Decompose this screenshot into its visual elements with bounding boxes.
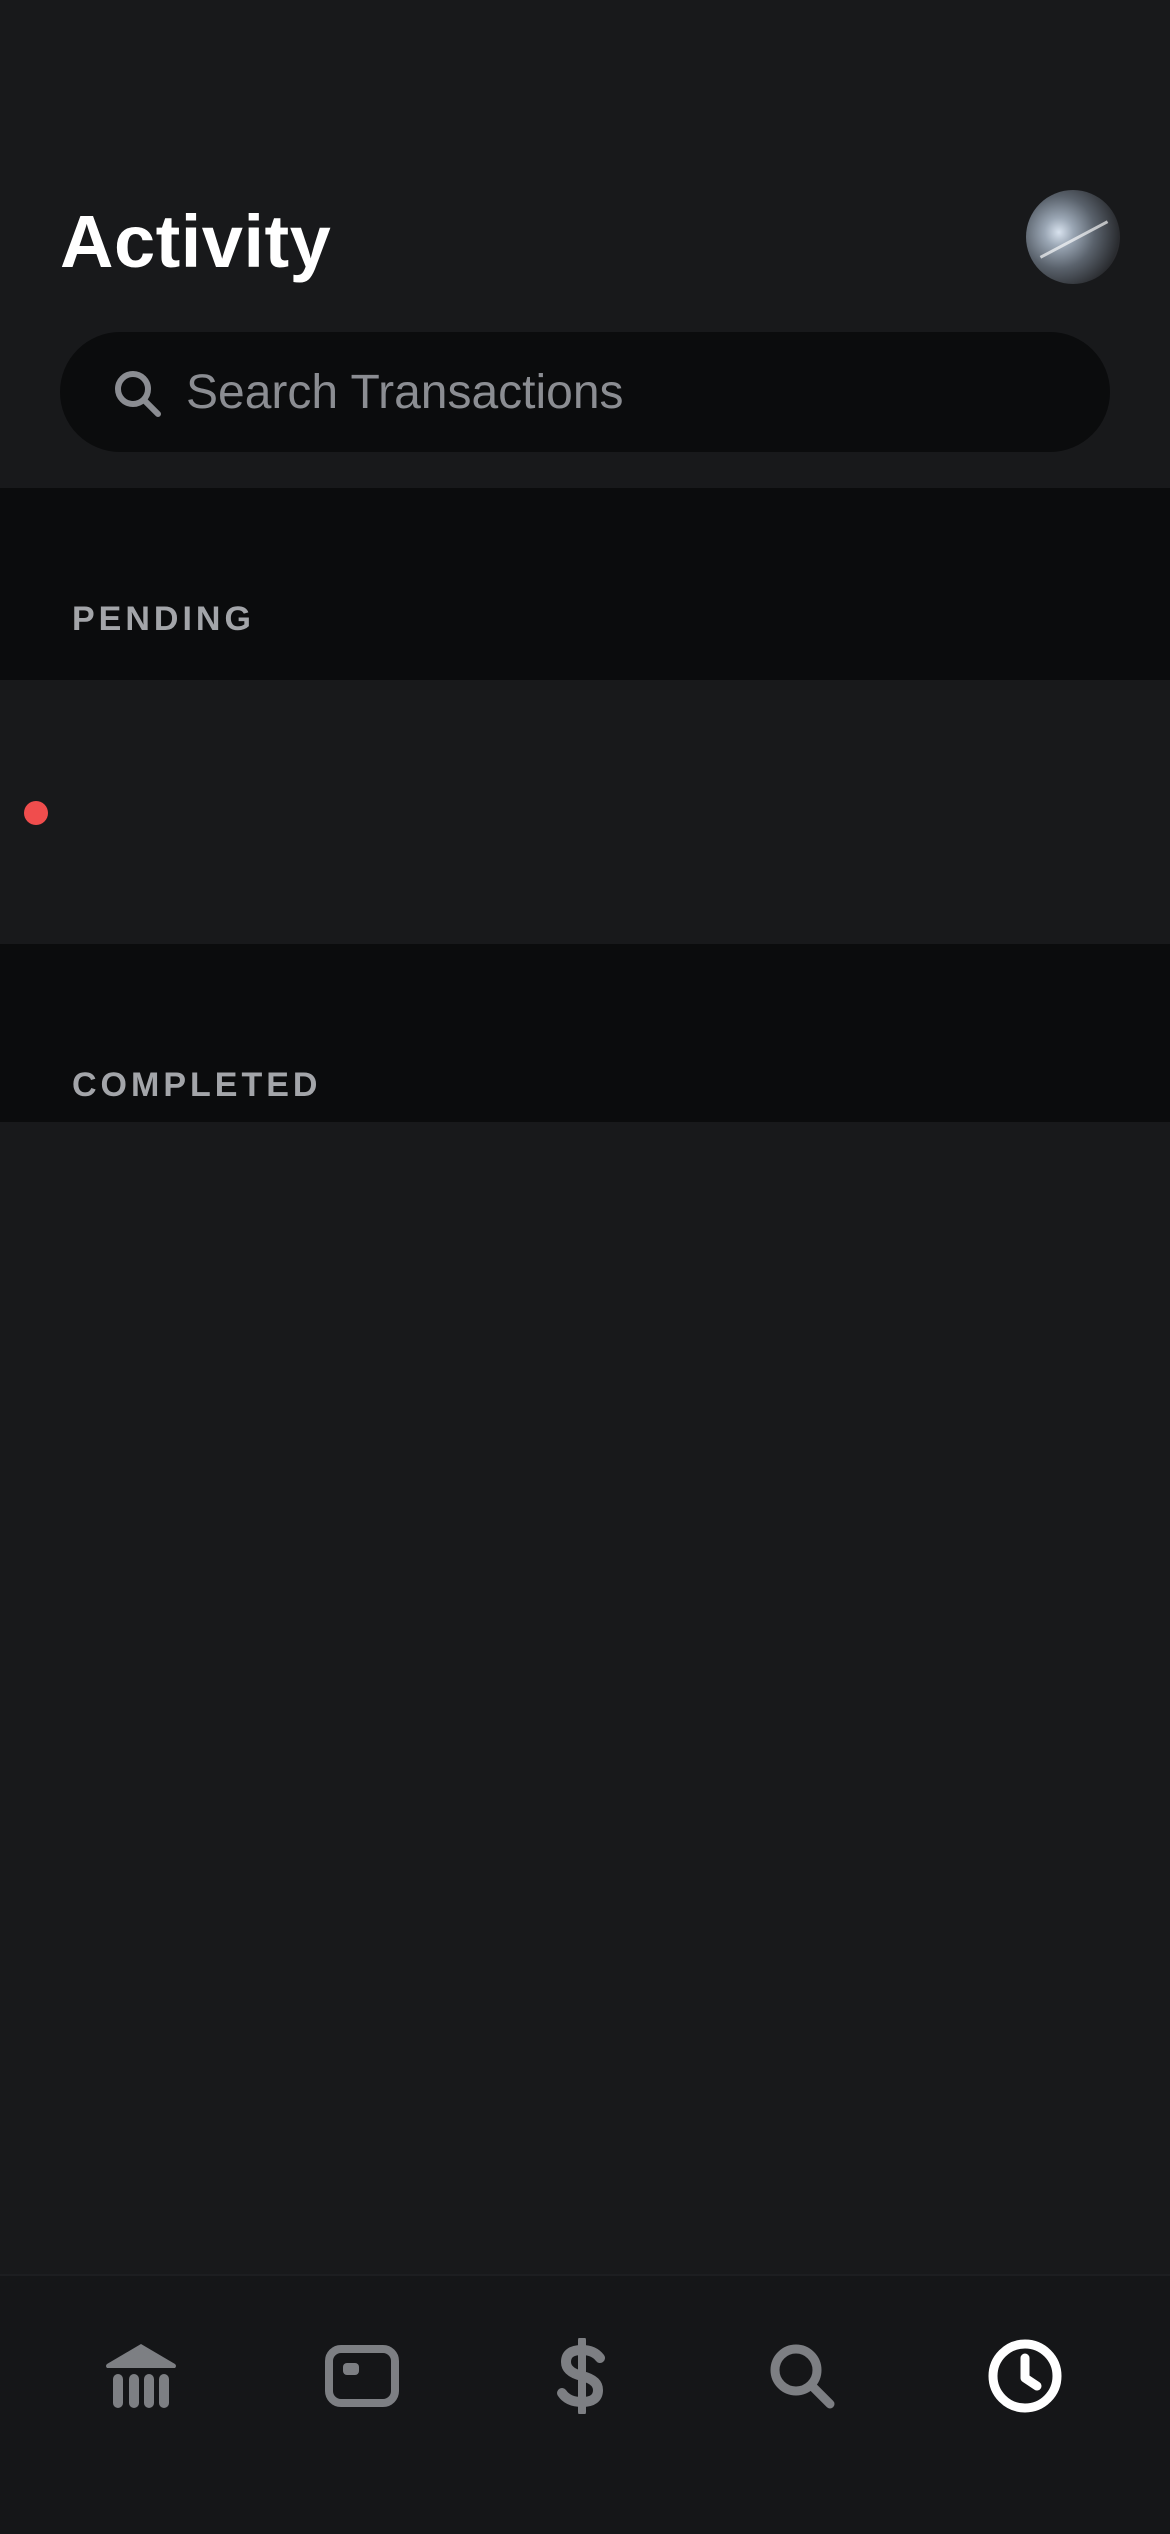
nav-discover[interactable] (742, 2316, 862, 2436)
clock-icon (987, 2338, 1063, 2414)
bank-icon (103, 2340, 179, 2412)
search-bar[interactable] (60, 332, 1110, 452)
search-input[interactable] (186, 354, 1066, 430)
profile-avatar[interactable] (1026, 190, 1120, 284)
card-icon (325, 2345, 399, 2407)
bottom-nav (0, 2274, 1170, 2534)
completed-section-header: COMPLETED (0, 944, 1170, 1122)
pending-transaction-row[interactable] (0, 680, 1170, 944)
unread-indicator-dot (24, 801, 48, 825)
nav-pay[interactable] (522, 2316, 642, 2436)
activity-screen: Activity PENDING COMPLETED (0, 0, 1170, 2534)
search-icon (112, 368, 164, 420)
page-title: Activity (60, 200, 332, 283)
nav-activity[interactable] (965, 2316, 1085, 2436)
search-icon (767, 2341, 837, 2411)
nav-banking[interactable] (81, 2316, 201, 2436)
pending-label: PENDING (72, 600, 255, 638)
dollar-icon (554, 2338, 610, 2414)
completed-label: COMPLETED (72, 1066, 322, 1104)
pending-section-header: PENDING (0, 488, 1170, 680)
nav-card[interactable] (302, 2316, 422, 2436)
